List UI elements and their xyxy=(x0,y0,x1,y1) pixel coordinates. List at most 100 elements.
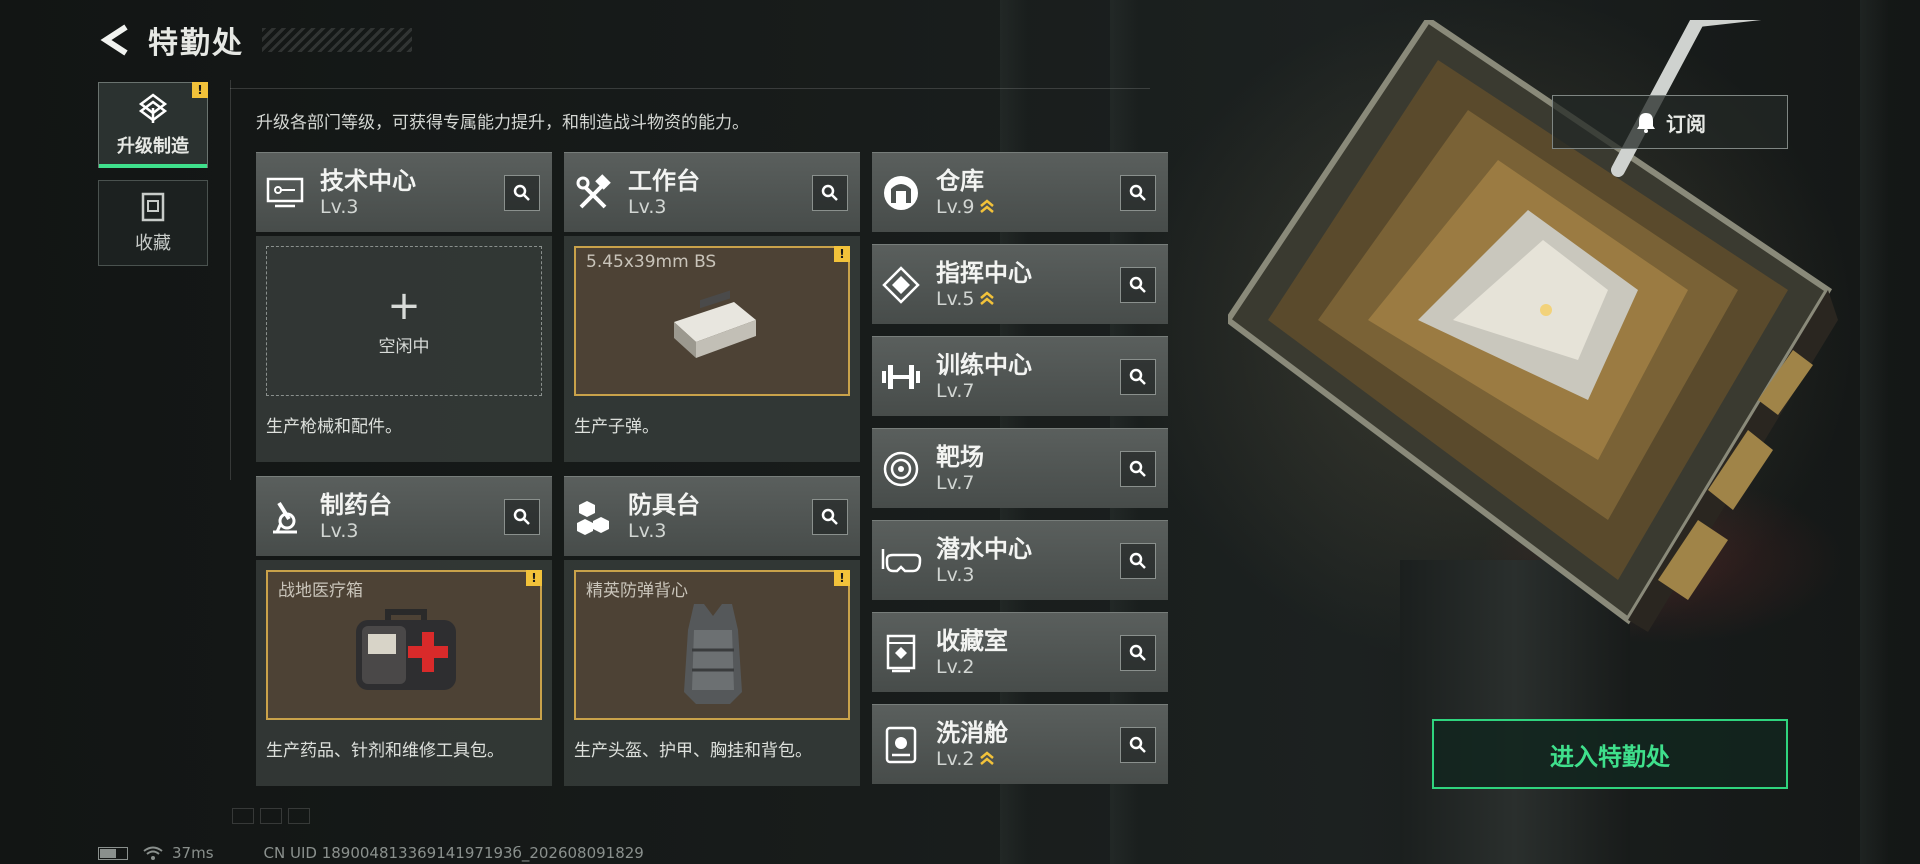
inspect-button[interactable] xyxy=(812,174,848,211)
inspect-button[interactable] xyxy=(504,498,540,535)
item-name: 5.45x39mm BS xyxy=(586,252,717,272)
ping-text: 37ms xyxy=(172,844,214,862)
dept-card-collection-room[interactable]: 收藏室 Lv.2 xyxy=(872,612,1168,692)
tab-collection[interactable]: 收藏 xyxy=(98,180,208,266)
dept-name: 制药台 xyxy=(320,490,392,519)
level-text: Lv.5 xyxy=(936,287,975,310)
inspect-button[interactable] xyxy=(1120,634,1156,671)
dept-name: 潜水中心 xyxy=(936,534,1032,563)
dept-card-armor[interactable]: 防具台 Lv.3 xyxy=(564,476,860,556)
dept-card-training-center[interactable]: 训练中心 Lv.7 xyxy=(872,336,1168,416)
inspect-button[interactable] xyxy=(812,498,848,535)
level-text: Lv.7 xyxy=(936,379,975,402)
search-icon xyxy=(1129,184,1146,201)
divider xyxy=(230,88,1150,89)
wifi-icon xyxy=(143,846,163,860)
dept-level: Lv.3 xyxy=(320,519,504,543)
dept-card-pharmacy[interactable]: 制药台 Lv.3 xyxy=(256,476,552,556)
inspect-button[interactable] xyxy=(1120,266,1156,303)
trophy-case-icon xyxy=(872,613,930,693)
inspect-button[interactable] xyxy=(1120,174,1156,211)
dept-name: 靶场 xyxy=(936,442,984,471)
subscribe-button[interactable]: 订阅 xyxy=(1552,95,1788,149)
title-decoration xyxy=(262,28,412,52)
dept-card-body: + 空闲中 生产枪械和配件。 xyxy=(256,236,552,462)
dept-level: Lv.9 xyxy=(936,195,1120,219)
microscope-icon xyxy=(256,477,314,557)
search-icon xyxy=(513,184,530,201)
search-icon xyxy=(1129,368,1146,385)
tab-upgrade-craft[interactable]: ! 升级制造 xyxy=(98,82,208,168)
level-text: Lv.3 xyxy=(320,519,359,542)
upgrade-gear-icon xyxy=(138,93,168,123)
level-text: Lv.3 xyxy=(628,519,667,542)
production-slot-item[interactable]: 战地医疗箱 ! xyxy=(266,570,542,720)
dept-level: Lv.5 xyxy=(936,287,1120,311)
item-name: 战地医疗箱 xyxy=(278,581,363,601)
dept-name: 洗消舱 xyxy=(936,718,1008,747)
dept-card-dive-center[interactable]: 潜水中心 Lv.3 xyxy=(872,520,1168,600)
dept-level: Lv.3 xyxy=(320,195,504,219)
dept-level: Lv.2 xyxy=(936,747,1120,771)
production-slot-item[interactable]: 5.45x39mm BS ! xyxy=(574,246,850,396)
level-text: Lv.9 xyxy=(936,195,975,218)
dept-description: 生产子弹。 xyxy=(574,417,659,437)
warehouse-icon xyxy=(872,153,930,233)
trophy-case-icon xyxy=(141,192,165,222)
upgrade-chevrons-icon xyxy=(980,198,995,213)
tab-label: 升级制造 xyxy=(117,136,189,157)
dept-name: 工作台 xyxy=(628,166,700,195)
search-icon xyxy=(1129,276,1146,293)
dept-card-warehouse[interactable]: 仓库 Lv.9 xyxy=(872,152,1168,232)
enter-label: 进入特勤处 xyxy=(1550,742,1670,771)
dept-card-body: 战地医疗箱 ! 生产药品、针剂和维修工具包。 xyxy=(256,560,552,786)
dive-mask-icon xyxy=(872,521,930,601)
dept-card-command-center[interactable]: 指挥中心 Lv.5 xyxy=(872,244,1168,324)
level-text: Lv.3 xyxy=(628,195,667,218)
dept-card-decontamination[interactable]: 洗消舱 Lv.2 xyxy=(872,704,1168,784)
hammer-wrench-icon xyxy=(564,153,622,233)
armor-vest-image xyxy=(684,604,742,704)
monitor-icon xyxy=(256,153,314,233)
divider xyxy=(230,80,231,480)
level-text: Lv.2 xyxy=(936,747,975,770)
dept-card-workbench[interactable]: 工作台 Lv.3 xyxy=(564,152,860,232)
dept-name: 防具台 xyxy=(628,490,700,519)
search-icon xyxy=(513,508,530,525)
dept-level: Lv.3 xyxy=(936,563,1120,587)
bell-icon xyxy=(1637,113,1655,133)
level-text: Lv.7 xyxy=(936,471,975,494)
dept-level: Lv.7 xyxy=(936,379,1120,403)
production-slot-empty[interactable]: + 空闲中 xyxy=(266,246,542,396)
dept-name: 训练中心 xyxy=(936,350,1032,379)
item-name: 精英防弹背心 xyxy=(586,581,688,601)
inspect-button[interactable] xyxy=(504,174,540,211)
dept-level: Lv.3 xyxy=(628,195,812,219)
inspect-button[interactable] xyxy=(1120,726,1156,763)
back-arrow-icon[interactable] xyxy=(96,21,134,59)
medkit-image xyxy=(356,609,456,690)
dept-description: 生产头盔、护甲、胸挂和背包。 xyxy=(574,741,812,761)
production-slot-item[interactable]: 精英防弹背心 ! xyxy=(574,570,850,720)
inspect-button[interactable] xyxy=(1120,358,1156,395)
dept-card-body: 5.45x39mm BS ! 生产子弹。 xyxy=(564,236,860,462)
cubes-icon xyxy=(564,477,622,557)
dept-card-shooting-range[interactable]: 靶场 Lv.7 xyxy=(872,428,1168,508)
search-icon xyxy=(821,508,838,525)
search-icon xyxy=(1129,736,1146,753)
dept-name: 仓库 xyxy=(936,166,984,195)
dept-level: Lv.3 xyxy=(628,519,812,543)
dept-description: 生产枪械和配件。 xyxy=(266,417,402,437)
background-pillar xyxy=(1860,0,1888,864)
dept-name: 技术中心 xyxy=(320,166,416,195)
diamond-target-icon xyxy=(872,245,930,325)
ready-badge: ! xyxy=(526,570,542,586)
enter-special-ops-button[interactable]: 进入特勤处 xyxy=(1432,719,1788,789)
page-header: 特勤处 xyxy=(96,18,412,62)
dept-description: 生产药品、针剂和维修工具包。 xyxy=(266,741,504,761)
uid-text: CN UID 18900481336914197193б_20260809182… xyxy=(263,844,644,862)
inspect-button[interactable] xyxy=(1120,450,1156,487)
inspect-button[interactable] xyxy=(1120,542,1156,579)
dept-card-tech-center[interactable]: 技术中心 Lv.3 xyxy=(256,152,552,232)
notification-badge: ! xyxy=(192,82,208,98)
